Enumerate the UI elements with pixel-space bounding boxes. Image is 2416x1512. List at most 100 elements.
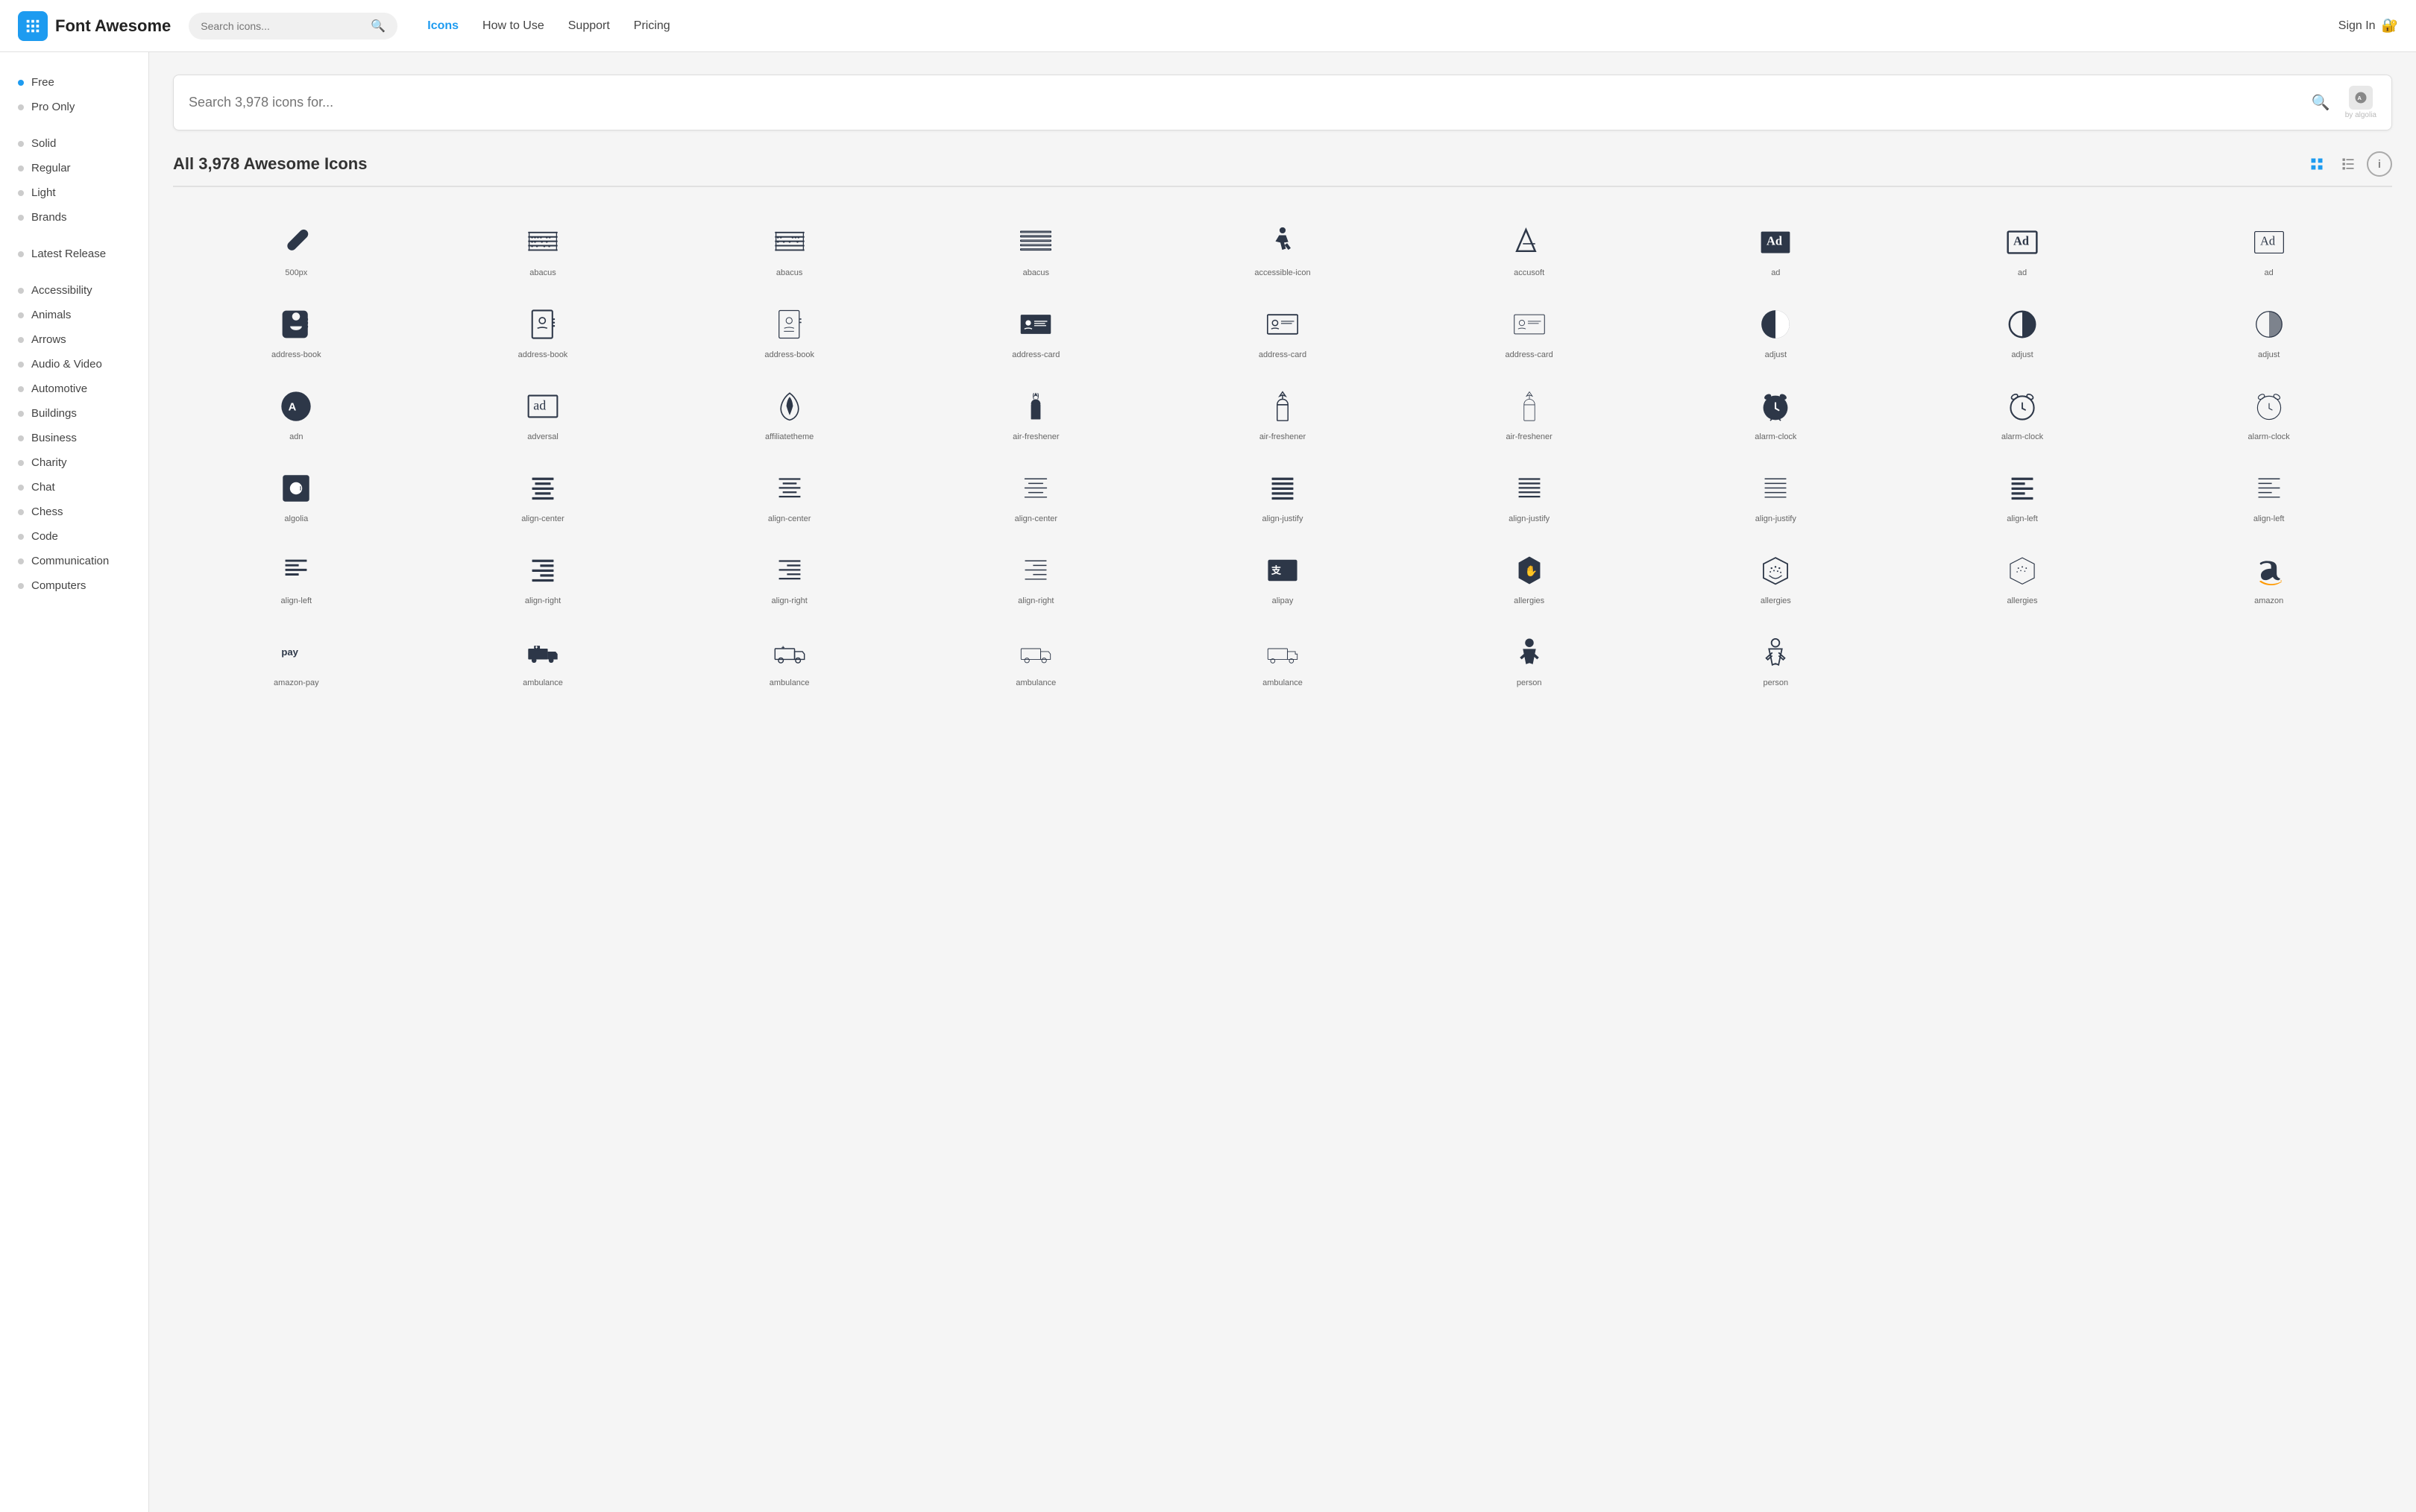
icon-item-amazon-pay[interactable]: pay amazon-pay [173,615,420,697]
icon-item-align-right-light[interactable]: align-right [913,533,1160,615]
sidebar-item-buildings[interactable]: Buildings [0,401,148,426]
info-button[interactable]: i [2367,151,2392,177]
nav-item-icons[interactable]: Icons [427,19,459,33]
icon-item-align-center-reg[interactable]: align-center [666,451,913,533]
icon-item-align-left-solid2[interactable]: align-left [173,533,420,615]
icon-label-align-justify-solid: align-justify [1262,514,1303,524]
icon-item-alarm-clock-reg[interactable]: alarm-clock [1899,369,2146,451]
sidebar-item-code[interactable]: Code [0,524,148,549]
icon-item-person-1[interactable]: person [1406,615,1652,697]
icon-item-abacus-3[interactable]: abacus [913,205,1160,287]
icon-item-air-freshener-light[interactable]: air-freshener [1406,369,1652,451]
icon-item-amazon[interactable]: amazon [2145,533,2392,615]
icon-item-address-card-reg[interactable]: address-card [1160,287,1406,369]
header-search-box[interactable]: 🔍 [189,13,397,40]
icon-item-ad-solid[interactable]: Ad ad [1652,205,1899,287]
sidebar-item-animals[interactable]: Animals [0,303,148,327]
icon-item-accusoft[interactable]: accusoft [1406,205,1652,287]
sidebar-item-brands[interactable]: Brands [0,205,148,230]
sidebar-item-chess[interactable]: Chess [0,500,148,524]
icon-item-ambulance-1[interactable]: ambulance [420,615,667,697]
sidebar-item-chat[interactable]: Chat [0,475,148,500]
icon-item-allergies-light[interactable]: allergies [1899,533,2146,615]
icon-item-allergies-solid[interactable]: ✋ allergies [1406,533,1652,615]
icon-item-align-justify-light[interactable]: align-justify [1652,451,1899,533]
icon-item-align-left-light[interactable]: align-left [2145,451,2392,533]
nav-item-how-to-use[interactable]: How to Use [482,19,544,33]
sidebar-dot-chess [18,509,24,515]
icon-item-accessible-icon[interactable]: accessible-icon [1160,205,1406,287]
icon-label-affiliatetheme: affiliatetheme [765,432,814,442]
logo-link[interactable]: Font Awesome [18,11,171,41]
sidebar-item-solid[interactable]: Solid [0,131,148,156]
icon-item-adversal[interactable]: ad adversal [420,369,667,451]
sidebar-item-light[interactable]: Light [0,180,148,205]
sidebar-item-arrows[interactable]: Arrows [0,327,148,352]
svg-text:A: A [289,401,297,413]
icon-item-alarm-clock-light[interactable]: alarm-clock [2145,369,2392,451]
icon-item-algolia[interactable]: algolia [173,451,420,533]
icon-item-align-right-reg[interactable]: align-right [666,533,913,615]
icon-item-adn[interactable]: A adn [173,369,420,451]
icon-item-500px[interactable]: 500px [173,205,420,287]
icon-item-align-center-light[interactable]: align-center [913,451,1160,533]
icon-item-align-center-solid[interactable]: align-center [420,451,667,533]
icon-item-allergies-reg[interactable]: allergies [1652,533,1899,615]
sidebar-item-latest-release[interactable]: Latest Release [0,242,148,266]
icon-item-abacus-2[interactable]: abacus [666,205,913,287]
icon-air-freshener-light [1510,387,1549,426]
icon-item-address-card-solid[interactable]: address-card [913,287,1160,369]
sidebar-item-audio-video[interactable]: Audio & Video [0,352,148,377]
icon-allergies-light [2003,551,2042,590]
sidebar-item-pro-only[interactable]: Pro Only [0,95,148,119]
icon-item-abacus-1[interactable]: abacus [420,205,667,287]
list-view-button[interactable] [2335,151,2361,177]
icon-label-abacus-3: abacus [1023,268,1049,278]
icon-address-book-light [770,305,809,344]
icon-item-address-book-solid[interactable]: address-book [173,287,420,369]
nav-item-support[interactable]: Support [568,19,610,33]
icon-item-person-2[interactable]: person [1652,615,1899,697]
icon-item-address-book-light[interactable]: address-book [666,287,913,369]
sidebar-label-light: Light [31,186,56,199]
sidebar-item-charity[interactable]: Charity [0,450,148,475]
icon-item-air-freshener-reg[interactable]: air-freshener [1160,369,1406,451]
grid-view-button[interactable] [2304,151,2330,177]
main-search-bar[interactable]: 🔍 A by algolia [173,75,2392,130]
icon-item-address-book-reg[interactable]: address-book [420,287,667,369]
sidebar-item-communication[interactable]: Communication [0,549,148,573]
icon-item-ad-light[interactable]: Ad ad [2145,205,2392,287]
icon-item-ambulance-2[interactable]: ambulance [666,615,913,697]
icon-item-alarm-clock-solid[interactable]: alarm-clock [1652,369,1899,451]
icon-item-air-freshener-solid[interactable]: air-freshener [913,369,1160,451]
sidebar-item-regular[interactable]: Regular [0,156,148,180]
sidebar-label-audio-video: Audio & Video [31,358,102,371]
sidebar-item-business[interactable]: Business [0,426,148,450]
icon-align-center-light [1016,469,1055,508]
icon-item-align-right-solid[interactable]: align-right [420,533,667,615]
icon-item-adjust-solid[interactable]: adjust [1652,287,1899,369]
algolia-badge: A by algolia [2345,86,2376,119]
sidebar-item-automotive[interactable]: Automotive [0,377,148,401]
icon-item-affiliatetheme[interactable]: affiliatetheme [666,369,913,451]
icon-align-right-light [1016,551,1055,590]
icon-item-alipay[interactable]: 支 alipay [1160,533,1406,615]
sidebar-item-computers[interactable]: Computers [0,573,148,598]
sidebar-item-accessibility[interactable]: Accessibility [0,278,148,303]
sidebar-dot-pro-only [18,104,24,110]
main-search-input[interactable] [189,95,2303,110]
sidebar-item-free[interactable]: Free [0,70,148,95]
sidebar-label-automotive: Automotive [31,382,87,395]
icon-item-align-left-solid[interactable]: align-left [1899,451,2146,533]
icon-item-ad-regular[interactable]: Ad ad [1899,205,2146,287]
icon-item-ambulance-4[interactable]: ambulance [1160,615,1406,697]
icon-item-ambulance-3[interactable]: ambulance [913,615,1160,697]
icon-item-adjust-reg[interactable]: adjust [1899,287,2146,369]
header-search-input[interactable] [201,20,365,32]
icon-item-adjust-light[interactable]: adjust [2145,287,2392,369]
icon-item-align-justify-solid[interactable]: align-justify [1160,451,1406,533]
icon-item-align-justify-reg[interactable]: align-justify [1406,451,1652,533]
sign-in-button[interactable]: Sign In 🔐 [2338,18,2398,34]
icon-item-address-card-light[interactable]: address-card [1406,287,1652,369]
nav-item-pricing[interactable]: Pricing [634,19,670,33]
